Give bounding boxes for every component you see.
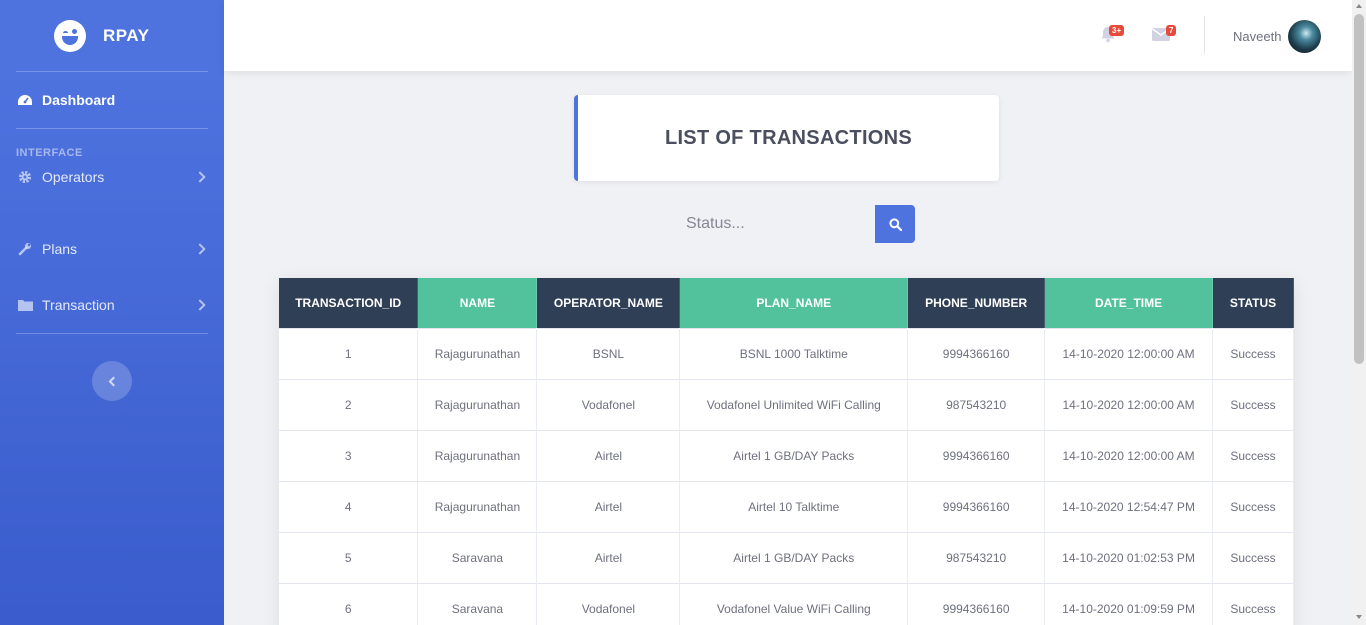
cell-name: Rajagurunathan bbox=[417, 327, 538, 379]
page-title: LIST OF TRANSACTIONS bbox=[664, 126, 913, 149]
cell-transaction-id: 1 bbox=[279, 327, 419, 379]
search-button[interactable] bbox=[875, 205, 915, 243]
folder-icon bbox=[16, 298, 34, 312]
alerts-count-badge: 3+ bbox=[1109, 25, 1125, 36]
messages-count-badge: 7 bbox=[1166, 25, 1177, 36]
cell-operator-name: Vodafonel bbox=[536, 582, 681, 625]
cell-phone-number: 987543210 bbox=[907, 531, 1046, 583]
cell-date-time: 14-10-2020 12:00:00 AM bbox=[1044, 327, 1213, 379]
scroll-down-icon[interactable] bbox=[1356, 615, 1362, 619]
cell-transaction-id: 5 bbox=[279, 531, 419, 583]
cell-phone-number: 987543210 bbox=[907, 378, 1046, 430]
page-scrollbar[interactable] bbox=[1352, 0, 1366, 625]
cell-phone-number: 9994366160 bbox=[907, 480, 1046, 532]
cell-transaction-id: 4 bbox=[279, 480, 419, 532]
cell-operator-name: Vodafonel bbox=[536, 378, 681, 430]
column-header-phone-number: PHONE_NUMBER bbox=[907, 278, 1046, 328]
scroll-up-icon[interactable] bbox=[1356, 4, 1362, 8]
title-card: LIST OF TRANSACTIONS bbox=[574, 95, 999, 181]
sidebar-divider bbox=[16, 128, 208, 129]
scroll-thumb[interactable] bbox=[1354, 14, 1364, 364]
sidebar: RPAY Dashboard INTERFACE Operators Plans… bbox=[0, 0, 224, 625]
column-header-status: STATUS bbox=[1212, 278, 1294, 328]
sidebar-item-transaction[interactable]: Transaction bbox=[0, 287, 224, 323]
cog-icon bbox=[16, 170, 34, 184]
sidebar-heading: INTERFACE bbox=[16, 147, 83, 159]
cell-operator-name: BSNL bbox=[536, 327, 681, 379]
search-icon bbox=[888, 217, 902, 231]
table-row: 2 Rajagurunathan Vodafonel Vodafonel Unl… bbox=[279, 378, 1294, 430]
messages-dropdown[interactable]: 7 bbox=[1152, 25, 1177, 46]
brand-name: RPAY bbox=[103, 25, 150, 45]
sidebar-item-label: Transaction bbox=[42, 297, 115, 313]
table-row: 6 Saravana Vodafonel Vodafonel Value WiF… bbox=[279, 582, 1294, 625]
table-header-row: TRANSACTION_ID NAME OPERATOR_NAME PLAN_N… bbox=[279, 278, 1294, 328]
transactions-table: TRANSACTION_ID NAME OPERATOR_NAME PLAN_N… bbox=[279, 278, 1294, 625]
chevron-left-icon bbox=[108, 376, 119, 386]
user-name[interactable]: Naveeth bbox=[1233, 29, 1281, 44]
brand-link[interactable]: RPAY bbox=[0, 0, 224, 71]
table-row: 3 Rajagurunathan Airtel Airtel 1 GB/DAY … bbox=[279, 429, 1294, 481]
cell-plan-name: Airtel 1 GB/DAY Packs bbox=[679, 531, 909, 583]
column-header-operator-name: OPERATOR_NAME bbox=[536, 278, 681, 328]
sidebar-toggle-button[interactable] bbox=[92, 361, 132, 401]
column-header-date-time: DATE_TIME bbox=[1044, 278, 1213, 328]
cell-status: Success bbox=[1212, 480, 1294, 532]
cell-phone-number: 9994366160 bbox=[907, 327, 1046, 379]
table-row: 1 Rajagurunathan BSNL BSNL 1000 Talktime… bbox=[279, 327, 1294, 379]
sidebar-item-dashboard[interactable]: Dashboard bbox=[0, 72, 224, 128]
status-search-input[interactable] bbox=[676, 205, 875, 243]
sidebar-item-label: Dashboard bbox=[42, 92, 116, 108]
cell-operator-name: Airtel bbox=[536, 480, 681, 532]
wrench-icon bbox=[16, 242, 34, 256]
cell-plan-name: Airtel 1 GB/DAY Packs bbox=[679, 429, 909, 481]
avatar[interactable] bbox=[1288, 20, 1321, 53]
cell-phone-number: 9994366160 bbox=[907, 429, 1046, 481]
cell-operator-name: Airtel bbox=[536, 429, 681, 481]
cell-status: Success bbox=[1212, 327, 1294, 379]
cell-transaction-id: 6 bbox=[279, 582, 419, 625]
table-row: 4 Rajagurunathan Airtel Airtel 10 Talkti… bbox=[279, 480, 1294, 532]
cell-plan-name: Vodafonel Value WiFi Calling bbox=[679, 582, 909, 625]
chevron-right-icon bbox=[194, 171, 206, 183]
cell-name: Saravana bbox=[417, 531, 538, 583]
laugh-wink-icon bbox=[54, 19, 86, 52]
topbar-divider bbox=[1204, 16, 1205, 54]
cell-date-time: 14-10-2020 12:00:00 AM bbox=[1044, 429, 1213, 481]
cell-name: Rajagurunathan bbox=[417, 378, 538, 430]
alerts-dropdown[interactable]: 3+ bbox=[1100, 25, 1125, 48]
cell-plan-name: Vodafonel Unlimited WiFi Calling bbox=[679, 378, 909, 430]
column-header-name: NAME bbox=[417, 278, 538, 328]
chevron-right-icon bbox=[194, 299, 206, 311]
cell-transaction-id: 2 bbox=[279, 378, 419, 430]
cell-status: Success bbox=[1212, 429, 1294, 481]
chevron-right-icon bbox=[194, 243, 206, 255]
table-row: 5 Saravana Airtel Airtel 1 GB/DAY Packs … bbox=[279, 531, 1294, 583]
column-header-plan-name: PLAN_NAME bbox=[679, 278, 909, 328]
cell-status: Success bbox=[1212, 582, 1294, 625]
cell-status: Success bbox=[1212, 531, 1294, 583]
cell-date-time: 14-10-2020 12:00:00 AM bbox=[1044, 378, 1213, 430]
cell-plan-name: BSNL 1000 Talktime bbox=[679, 327, 909, 379]
topbar: 3+ 7 Naveeth bbox=[224, 0, 1352, 71]
sidebar-item-label: Operators bbox=[42, 169, 105, 185]
tachometer-icon bbox=[16, 93, 34, 107]
cell-date-time: 14-10-2020 12:54:47 PM bbox=[1044, 480, 1213, 532]
sidebar-item-label: Plans bbox=[42, 241, 78, 257]
cell-transaction-id: 3 bbox=[279, 429, 419, 481]
cell-name: Rajagurunathan bbox=[417, 429, 538, 481]
cell-operator-name: Airtel bbox=[536, 531, 681, 583]
cell-name: Rajagurunathan bbox=[417, 480, 538, 532]
sidebar-item-plans[interactable]: Plans bbox=[0, 231, 224, 267]
sidebar-divider bbox=[16, 333, 208, 334]
cell-date-time: 14-10-2020 01:02:53 PM bbox=[1044, 531, 1213, 583]
cell-plan-name: Airtel 10 Talktime bbox=[679, 480, 909, 532]
cell-status: Success bbox=[1212, 378, 1294, 430]
cell-date-time: 14-10-2020 01:09:59 PM bbox=[1044, 582, 1213, 625]
cell-phone-number: 9994366160 bbox=[907, 582, 1046, 625]
sidebar-item-operators[interactable]: Operators bbox=[0, 159, 224, 195]
column-header-transaction-id: TRANSACTION_ID bbox=[279, 278, 419, 328]
cell-name: Saravana bbox=[417, 582, 538, 625]
